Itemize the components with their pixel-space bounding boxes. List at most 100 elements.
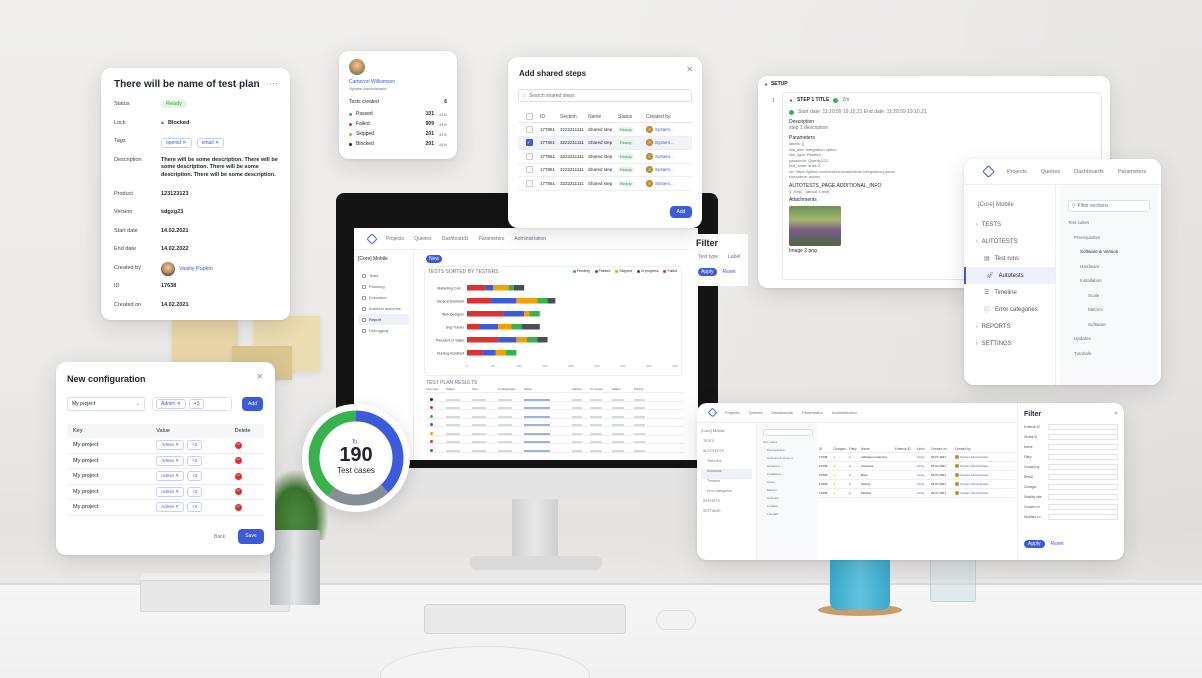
nav-projects[interactable]: Projects <box>725 410 739 415</box>
cell-links[interactable]: string <box>917 491 931 495</box>
column-header[interactable]: Section <box>560 114 588 120</box>
close-icon[interactable]: ✕ <box>686 65 693 74</box>
column-header[interactable]: Status <box>618 114 646 120</box>
row-checkbox[interactable] <box>525 125 533 133</box>
table-row[interactable]: 177861 3222211111 Shared step Ready System..… <box>518 123 692 137</box>
reset-button[interactable]: Reset <box>1051 541 1064 547</box>
tree-item[interactable]: Hardware <box>763 464 813 472</box>
sidebar-item[interactable]: AUTOTESTS <box>701 449 752 459</box>
value-chip[interactable]: Admin ✕ <box>156 440 185 451</box>
delete-icon[interactable]: − <box>234 472 242 480</box>
tree-item[interactable]: Hardware <box>1068 264 1158 279</box>
close-icon[interactable]: ✕ <box>256 372 263 381</box>
row-checkbox[interactable] <box>525 152 533 160</box>
more-chip[interactable]: +3 <box>187 471 203 482</box>
tree-item[interactable]: Test suites <box>763 440 813 448</box>
column-header[interactable]: Created by <box>646 114 692 120</box>
user-name[interactable]: Cameron Williamson <box>349 79 395 85</box>
sidebar-item[interactable]: Execution <box>358 292 409 303</box>
filter-input[interactable] <box>1048 484 1118 490</box>
add-button[interactable]: Add <box>670 206 692 218</box>
tree-item[interactable]: Tutorials <box>1068 351 1158 366</box>
more-chip[interactable]: +3 <box>188 399 205 409</box>
tree-item[interactable]: Updates <box>763 504 813 512</box>
cell-links[interactable]: string <box>917 464 931 468</box>
delete-icon[interactable]: − <box>234 503 242 511</box>
table-row[interactable]: 17638 ▲ ● Autotests string 26.07.2021 System A… <box>819 462 1015 471</box>
sidebar-item[interactable]: Tests <box>358 270 409 281</box>
tree-item[interactable]: Installation <box>1068 278 1158 293</box>
nav-group-reports[interactable]: › REPORTS <box>964 318 1055 335</box>
sidebar-item[interactable]: TESTS <box>701 439 752 449</box>
tree-item[interactable]: Tutorials <box>763 512 813 520</box>
filter-input[interactable] <box>1048 454 1118 460</box>
more-icon[interactable]: ⋯ <box>269 78 278 89</box>
sidebar-item[interactable]: Planning <box>358 281 409 292</box>
close-icon[interactable]: ✕ <box>1114 411 1118 418</box>
nav-administration[interactable]: Administration <box>514 236 546 242</box>
nav-dashboards[interactable]: Dashboards <box>771 410 793 415</box>
row-checkbox[interactable] <box>525 166 533 174</box>
value-chip[interactable]: Admin ✕ <box>156 486 185 497</box>
delete-icon[interactable]: − <box>234 457 242 465</box>
nav-item-timeline[interactable]: ☰ Timeline <box>964 284 1055 301</box>
more-chip[interactable]: +3 <box>187 440 203 451</box>
value-chip[interactable]: Admin ✕ <box>156 471 185 482</box>
tree-item[interactable]: Scale <box>763 480 813 488</box>
value-chips-input[interactable]: Admin ✕ +3 <box>152 397 232 411</box>
column-header[interactable]: ID <box>540 114 560 120</box>
nav-item-autotests[interactable]: 🚀︎ Autotests <box>964 267 1055 284</box>
value-chip[interactable]: Admin ✕ <box>156 502 185 513</box>
tree-item[interactable]: Software & Version <box>763 456 813 464</box>
table-row[interactable]: 17638 ▲ ● Setting string 26.07.2021 System Adm… <box>819 480 1015 489</box>
column-header[interactable]: Name <box>588 114 618 120</box>
nav-queries[interactable]: Queries <box>748 410 762 415</box>
creator-link[interactable]: System... <box>655 181 674 186</box>
sidebar-item[interactable]: Test runs <box>701 459 752 469</box>
table-row[interactable]: 17638 ▲ ● Body string 26.07.2021 System Admini… <box>819 471 1015 480</box>
table-row[interactable]: 177861 3222211111 Shared step Ready System..… <box>518 177 692 191</box>
table-row[interactable]: 177861 3222211111 Shared step Ready System..… <box>518 150 692 164</box>
save-button[interactable]: Save <box>238 529 264 544</box>
sidebar-item[interactable]: Debugging <box>358 325 409 336</box>
row-checkbox[interactable]: ✓ <box>525 139 533 147</box>
creator-link[interactable]: System Administrator <box>960 464 988 468</box>
more-chip[interactable]: +3 <box>187 455 203 466</box>
tag-chip[interactable]: email ✕ <box>196 138 225 148</box>
add-button[interactable]: Add <box>242 397 263 411</box>
creator-link[interactable]: System Administrator <box>960 473 988 477</box>
creator-link[interactable]: Vasiliy Pupkin <box>179 266 213 272</box>
nav-parameters[interactable]: Parameters <box>479 236 505 242</box>
tree-item[interactable]: Updates <box>1068 336 1158 351</box>
nav-group-tests[interactable]: › TESTS <box>964 216 1055 233</box>
new-button[interactable]: New <box>426 255 442 263</box>
filter-input[interactable] <box>1048 424 1118 430</box>
nav-parameters[interactable]: Parameters <box>802 410 823 415</box>
tree-item[interactable]: Metrics <box>763 488 813 496</box>
tree-item[interactable]: Software <box>763 496 813 504</box>
tree-item[interactable]: Software & Version <box>1068 249 1158 264</box>
search-input[interactable]: ⌕ Search shared steps <box>518 89 692 102</box>
creator-link[interactable]: System... <box>655 154 674 159</box>
tree-item[interactable]: Installation <box>763 472 813 480</box>
tab-queries[interactable]: Queries <box>1041 169 1060 175</box>
nav-item-error-categories[interactable]: ⓘ Error categories <box>964 301 1055 318</box>
project-select[interactable]: My project ⌄ <box>67 397 145 411</box>
select-all-checkbox[interactable] <box>525 113 533 120</box>
tree-item[interactable]: Prerequisites <box>1068 235 1158 250</box>
tree-item[interactable]: Prerequisites <box>763 448 813 456</box>
filter-input[interactable] <box>1048 514 1118 520</box>
back-button[interactable]: Back <box>214 534 225 540</box>
nav-queries[interactable]: Queries <box>414 236 432 242</box>
tab-parameters[interactable]: Parameters <box>1118 169 1146 175</box>
cell-links[interactable]: string <box>917 455 931 459</box>
creator-link[interactable]: System Administrator <box>960 491 988 495</box>
filter-sections-input[interactable]: ⚲ Filter sections <box>1068 200 1150 212</box>
tree-item[interactable]: Software <box>1068 322 1158 337</box>
nav-projects[interactable]: Projects <box>386 236 404 242</box>
sidebar-item[interactable]: REPORTS <box>701 499 752 509</box>
more-chip[interactable]: +3 <box>187 486 203 497</box>
tab-projects[interactable]: Projects <box>1007 169 1027 175</box>
table-row[interactable]: 17638 ▲ ● Method string 26.07.2021 System Admi… <box>819 489 1015 498</box>
nav-item-test-runs[interactable]: ▤ Test runs <box>964 250 1055 267</box>
